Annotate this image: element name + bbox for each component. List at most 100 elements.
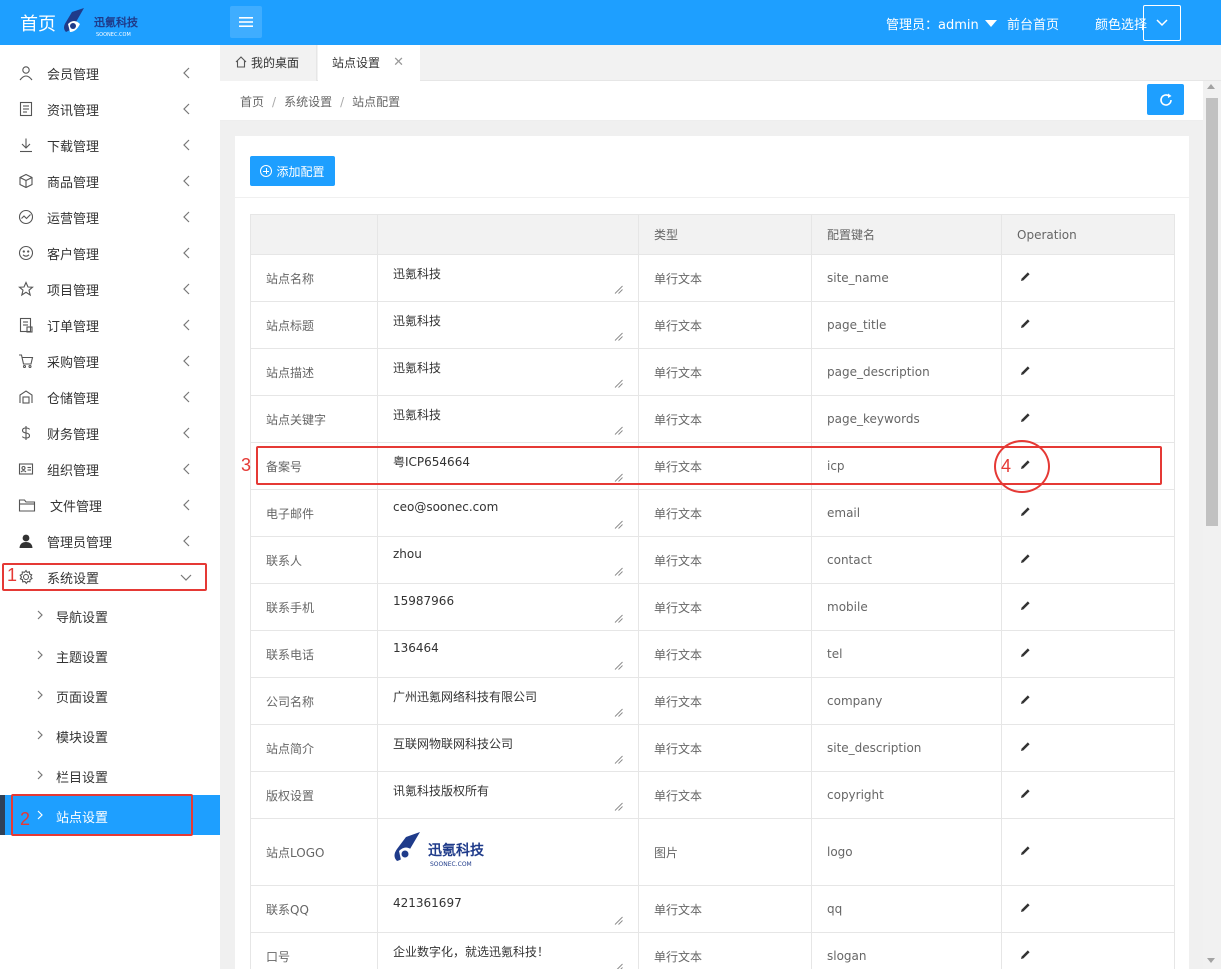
cell-operation (1001, 724, 1175, 772)
tab-bar: 我的桌面 站点设置 ✕ (220, 45, 1221, 81)
resize-handle-icon[interactable] (614, 283, 623, 294)
color-select-dropdown[interactable] (1143, 5, 1181, 41)
resize-handle-icon[interactable] (614, 753, 623, 764)
resize-handle-icon[interactable] (614, 330, 623, 341)
edit-pencil-icon[interactable] (1020, 271, 1031, 285)
tab-my-desktop[interactable]: 我的桌面 (220, 45, 317, 81)
config-value-textarea[interactable]: 迅氪科技 (377, 254, 639, 302)
cell-config-key: mobile (811, 583, 1002, 631)
sidebar-item[interactable]: 订单管理 (0, 307, 220, 343)
edit-pencil-icon[interactable] (1020, 553, 1031, 567)
sidebar-item[interactable]: 项目管理 (0, 271, 220, 307)
resize-handle-icon[interactable] (614, 377, 623, 388)
table-row: 站点标题 迅氪科技 单行文本 page_title (250, 301, 1175, 349)
logo-image-cell[interactable]: 迅氪科技 SOONEC.COM (377, 818, 639, 886)
refresh-button[interactable] (1147, 84, 1184, 115)
sidebar-item[interactable]: 资讯管理 (0, 91, 220, 127)
edit-pencil-icon[interactable] (1020, 949, 1031, 963)
edit-pencil-icon[interactable] (1020, 412, 1031, 426)
resize-handle-icon[interactable] (614, 518, 623, 529)
edit-pencil-icon[interactable] (1020, 600, 1031, 614)
resize-handle-icon[interactable] (614, 565, 623, 576)
header-key: 配置键名 (811, 214, 1002, 255)
resize-handle-icon[interactable] (614, 961, 623, 969)
tab-label: 站点设置 (332, 56, 381, 70)
resize-handle-icon[interactable] (614, 424, 623, 435)
site-logo-image[interactable]: 迅氪科技 SOONEC.COM (392, 829, 492, 874)
sidebar-item[interactable]: 商品管理 (0, 163, 220, 199)
edit-pencil-icon[interactable] (1020, 845, 1031, 859)
sidebar-subitem[interactable]: 页面设置 (0, 675, 220, 715)
resize-handle-icon[interactable] (614, 659, 623, 670)
config-value-textarea[interactable]: 迅氪科技 (377, 395, 639, 443)
sidebar-subitem[interactable]: 导航设置 (0, 595, 220, 635)
sidebar-item[interactable]: 组织管理 (0, 451, 220, 487)
config-value-textarea[interactable]: 互联网物联网科技公司 (377, 724, 639, 772)
sidebar-item[interactable]: 采购管理 (0, 343, 220, 379)
config-value-text: 讯氪科技版权所有 (393, 784, 490, 798)
sidebar-subitem[interactable]: 栏目设置 (0, 755, 220, 795)
sidebar-item-label: 会员管理 (47, 67, 100, 83)
sidebar-item-label: 文件管理 (50, 499, 103, 515)
config-value-textarea[interactable]: 广州迅氪网络科技有限公司 (377, 677, 639, 725)
close-icon[interactable]: ✕ (393, 45, 404, 81)
sidebar-item[interactable]: 仓储管理 (0, 379, 220, 415)
sidebar-subitem[interactable]: 模块设置 (0, 715, 220, 755)
sidebar-item[interactable]: 财务管理 (0, 415, 220, 451)
sidebar-item[interactable]: 会员管理 (0, 55, 220, 91)
admin-menu[interactable]: 管理员：admin (886, 14, 997, 33)
sidebar-item[interactable]: 下载管理 (0, 127, 220, 163)
config-value-textarea[interactable]: 讯氪科技版权所有 (377, 771, 639, 819)
edit-pencil-icon[interactable] (1020, 365, 1031, 379)
edit-pencil-icon[interactable] (1020, 902, 1031, 916)
edit-pencil-icon[interactable] (1020, 788, 1031, 802)
resize-handle-icon[interactable] (614, 914, 623, 925)
header-type: 类型 (638, 214, 812, 255)
table-row: 联系电话 136464 单行文本 tel (250, 630, 1175, 678)
sidebar-item[interactable]: 文件管理 (0, 487, 220, 523)
edit-pencil-icon[interactable] (1020, 647, 1031, 661)
config-value-textarea[interactable]: 迅氪科技 (377, 301, 639, 349)
resize-handle-icon[interactable] (614, 800, 623, 811)
menu-toggle-button[interactable] (230, 6, 262, 38)
cell-config-name: 公司名称 (250, 677, 378, 725)
cart-icon (18, 353, 34, 369)
scroll-down-arrow[interactable] (1207, 958, 1215, 963)
sidebar-item-label: 组织管理 (47, 463, 100, 479)
edit-pencil-icon[interactable] (1020, 741, 1031, 755)
breadcrumb-system-settings[interactable]: 系统设置 (284, 95, 332, 109)
resize-handle-icon[interactable] (614, 612, 623, 623)
add-config-label: 添加配置 (276, 164, 325, 179)
tab-site-settings[interactable]: 站点设置 ✕ (318, 45, 420, 81)
config-value-textarea[interactable]: 企业数字化，就选迅氪科技！ (377, 932, 639, 969)
cell-config-name: 站点标题 (250, 301, 378, 349)
config-value-textarea[interactable]: zhou (377, 536, 639, 584)
edit-pencil-icon[interactable] (1020, 694, 1031, 708)
breadcrumb-home[interactable]: 首页 (240, 95, 264, 109)
scroll-up-arrow[interactable] (1207, 84, 1215, 89)
config-value-textarea[interactable]: 421361697 (377, 885, 639, 933)
cell-config-key: contact (811, 536, 1002, 584)
home-title[interactable]: 首页 (20, 10, 56, 36)
config-value-textarea[interactable]: 15987966 (377, 583, 639, 631)
card-toolbar: 添加配置 (235, 136, 1189, 198)
config-value-textarea[interactable]: 136464 (377, 630, 639, 678)
add-config-button[interactable]: 添加配置 (250, 156, 335, 186)
edit-pencil-icon[interactable] (1020, 506, 1031, 520)
chevron-left-icon (182, 211, 192, 223)
scrollbar-thumb[interactable] (1206, 98, 1218, 526)
edit-pencil-icon[interactable] (1020, 318, 1031, 332)
cell-config-name: 站点简介 (250, 724, 378, 772)
chart-icon (18, 209, 34, 225)
config-value-textarea[interactable]: ceo@soonec.com (377, 489, 639, 537)
sidebar-item[interactable]: 管理员管理 (0, 523, 220, 559)
cell-type: 单行文本 (638, 536, 812, 584)
sidebar-item[interactable]: 运营管理 (0, 199, 220, 235)
sidebar-subitem[interactable]: 主题设置 (0, 635, 220, 675)
cell-operation (1001, 395, 1175, 443)
resize-handle-icon[interactable] (614, 706, 623, 717)
config-value-textarea[interactable]: 迅氪科技 (377, 348, 639, 396)
chevron-left-icon (182, 391, 192, 403)
sidebar-item[interactable]: 客户管理 (0, 235, 220, 271)
front-home-link[interactable]: 前台首页 (1007, 14, 1059, 33)
